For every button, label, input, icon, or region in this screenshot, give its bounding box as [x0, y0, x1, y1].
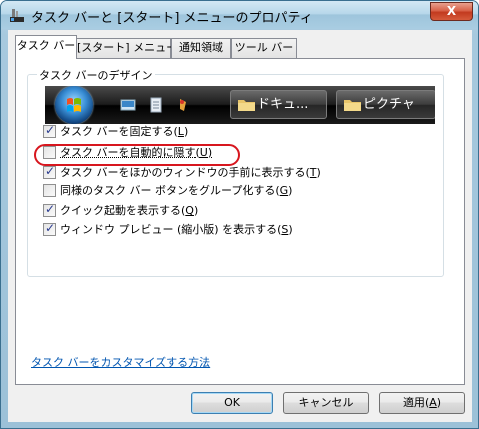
check-icon: ✓ — [45, 123, 56, 137]
tab-taskbar[interactable]: タスク バー — [15, 35, 77, 59]
tab-notification-area[interactable]: 通知領域 — [171, 38, 231, 58]
check-icon: ✓ — [45, 221, 56, 235]
checkbox[interactable]: ✓ — [43, 221, 56, 236]
close-button[interactable]: X — [430, 2, 473, 21]
taskbar-properties-icon — [10, 9, 24, 22]
start-orb-icon — [55, 86, 93, 124]
taskbar-button-label: ドキュ... — [257, 97, 309, 112]
notepad-icon — [150, 97, 162, 113]
show-desktop-icon — [120, 99, 136, 111]
window-title: タスク バーと [スタート] メニューのプロパティ — [31, 11, 313, 26]
properties-dialog: タスク バーと [スタート] メニューのプロパティ X タスク バー [スタート… — [0, 0, 479, 429]
tab-start-menu[interactable]: [スタート] メニュー — [76, 38, 177, 58]
checkbox[interactable]: ✓ — [43, 123, 56, 138]
ok-button[interactable]: OK — [191, 392, 273, 414]
help-link[interactable]: タスク バーをカスタマイズする方法 — [31, 354, 210, 370]
group-legend: タスク バーのデザイン — [37, 67, 155, 83]
taskbar-preview: ドキュ... ピクチャ — [45, 86, 435, 124]
folder-icon — [238, 100, 255, 111]
media-icon — [180, 99, 186, 111]
highlight-annotation — [34, 144, 240, 166]
taskbar-button-label: ピクチャ — [363, 97, 415, 112]
check-icon: ✓ — [45, 164, 56, 178]
close-icon: X — [446, 4, 457, 18]
dialog-client: タスク バー [スタート] メニュー 通知領域 ツール バー タスク バーのデザ… — [8, 30, 472, 422]
windows-logo-icon — [67, 98, 81, 112]
apply-button[interactable]: 適用(A) — [379, 392, 465, 414]
title-bar[interactable]: タスク バーと [スタート] メニューのプロパティ X — [1, 1, 478, 29]
taskbar-button-documents: ドキュ... — [230, 90, 327, 119]
check-icon: ✓ — [45, 202, 56, 216]
tab-toolbars[interactable]: ツール バー — [231, 38, 297, 58]
checkbox[interactable]: ✓ — [43, 202, 56, 217]
cancel-button[interactable]: キャンセル — [283, 392, 369, 414]
checkbox[interactable]: ✓ — [43, 164, 56, 179]
folder-icon — [344, 100, 361, 111]
taskbar-button-pictures: ピクチャ — [336, 90, 435, 119]
checkbox[interactable] — [43, 184, 56, 197]
